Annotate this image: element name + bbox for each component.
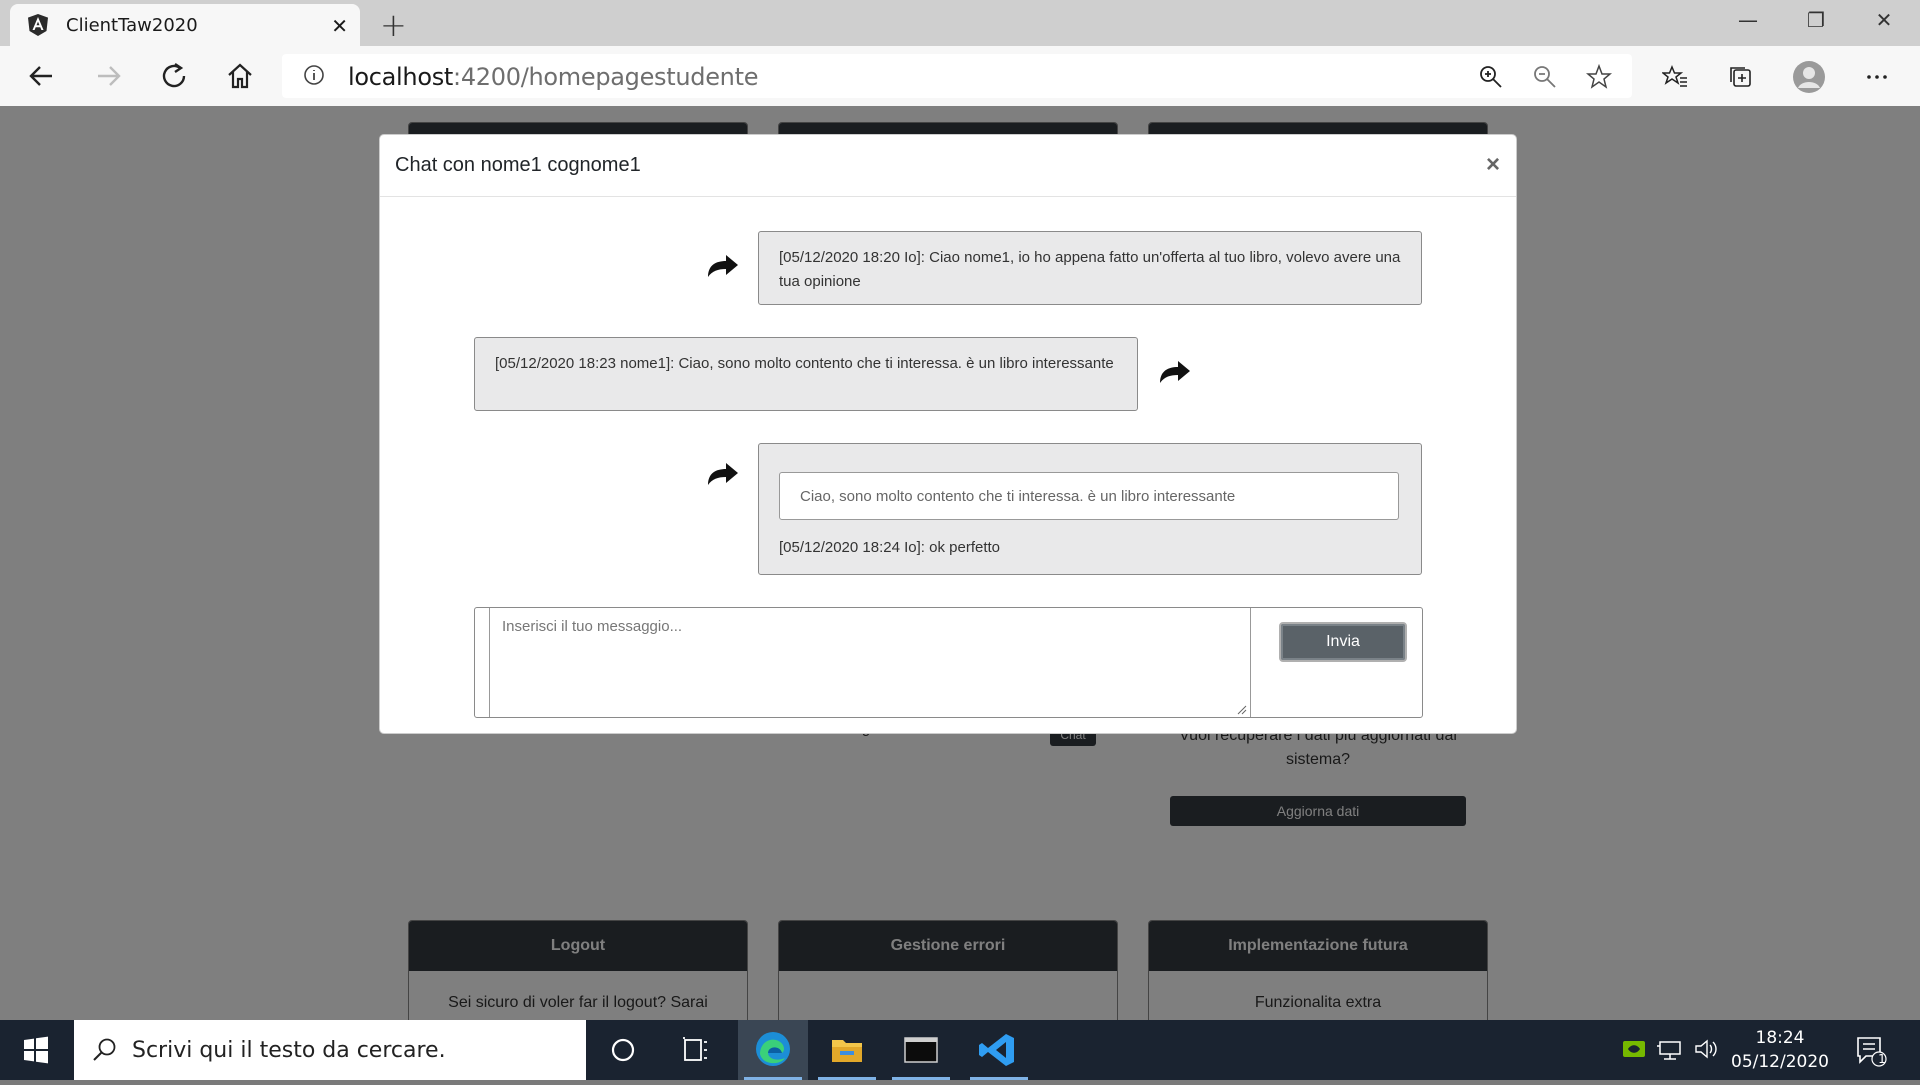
- zoom-out-icon[interactable]: [1532, 64, 1558, 90]
- new-tab-button[interactable]: +: [380, 6, 407, 44]
- notification-count: 1: [1878, 1052, 1886, 1066]
- task-view-icon[interactable]: [660, 1020, 730, 1080]
- nvidia-icon[interactable]: [1620, 1034, 1648, 1064]
- cortana-icon[interactable]: [588, 1020, 658, 1080]
- collections-icon[interactable]: [1728, 64, 1754, 90]
- vscode-taskbar-app[interactable]: [964, 1020, 1034, 1080]
- taskbar-search-box[interactable]: Scrivi qui il testo da cercare.: [74, 1020, 586, 1080]
- message-input[interactable]: Inserisci il tuo messaggio...: [489, 608, 1251, 717]
- favorites-icon[interactable]: [1662, 64, 1688, 90]
- back-icon[interactable]: [22, 58, 62, 94]
- tab-title: ClientTaw2020: [66, 15, 198, 36]
- home-icon[interactable]: [220, 58, 260, 94]
- clock-time: 18:24: [1755, 1028, 1805, 1048]
- reply-arrow-icon: [1160, 361, 1190, 383]
- clock-date: 05/12/2020: [1731, 1052, 1829, 1072]
- file-explorer-taskbar-app[interactable]: [812, 1020, 882, 1080]
- edge-icon: [756, 1032, 790, 1066]
- folder-icon: [832, 1040, 862, 1062]
- browser-tab[interactable]: ClientTaw2020 ✕: [10, 4, 360, 46]
- vscode-icon: [979, 1034, 1014, 1066]
- profile-avatar-icon[interactable]: [1792, 60, 1826, 94]
- refresh-icon[interactable]: [154, 58, 194, 94]
- search-icon: [93, 1038, 116, 1061]
- quoted-message: Ciao, sono molto contento che ti interes…: [779, 472, 1399, 520]
- edge-taskbar-app[interactable]: [738, 1020, 808, 1080]
- more-menu-icon[interactable]: [1864, 64, 1890, 90]
- send-button[interactable]: Invia: [1279, 622, 1407, 662]
- message-composer: Inserisci il tuo messaggio... Invia: [474, 607, 1423, 718]
- forward-icon[interactable]: [88, 58, 128, 94]
- volume-icon[interactable]: [1692, 1034, 1720, 1064]
- browser-tab-bar: ClientTaw2020 ✕ + — ❐ ✕: [0, 0, 1920, 46]
- address-bar[interactable]: localhost:4200/homepagestudente: [282, 54, 1632, 98]
- windows-start-icon[interactable]: [0, 1020, 72, 1080]
- reply-arrow-icon: [708, 255, 738, 277]
- terminal-taskbar-app[interactable]: [886, 1020, 956, 1080]
- chat-modal: Chat con nome1 cognome1 × [05/12/2020 18…: [379, 134, 1517, 734]
- chat-message: [05/12/2020 18:20 Io]: Ciao nome1, io ho…: [758, 231, 1422, 305]
- resize-grip-icon[interactable]: [1235, 703, 1247, 715]
- taskbar-clock[interactable]: 18:24 05/12/2020: [1720, 1026, 1840, 1074]
- window-close-button[interactable]: ✕: [1864, 8, 1904, 38]
- modal-title: Chat con nome1 cognome1: [395, 154, 641, 176]
- reply-message-text: [05/12/2020 18:24 Io]: ok perfetto: [779, 539, 1001, 556]
- terminal-icon: [904, 1037, 938, 1063]
- chat-message: [05/12/2020 18:23 nome1]: Ciao, sono mol…: [474, 337, 1138, 411]
- search-placeholder: Scrivi qui il testo da cercare.: [132, 1038, 446, 1063]
- restore-button[interactable]: ❐: [1796, 8, 1836, 38]
- modal-close-button[interactable]: ×: [1486, 151, 1500, 179]
- network-icon[interactable]: [1656, 1034, 1684, 1064]
- angular-icon: [28, 14, 48, 36]
- zoom-in-icon[interactable]: [1478, 64, 1504, 90]
- browser-toolbar: localhost:4200/homepagestudente: [0, 46, 1920, 106]
- favorite-star-icon[interactable]: [1586, 64, 1612, 90]
- modal-header: Chat con nome1 cognome1 ×: [380, 135, 1516, 197]
- url-text[interactable]: localhost:4200/homepagestudente: [348, 63, 758, 91]
- windows-taskbar: Scrivi qui il testo da cercare. 18:24 05…: [0, 1020, 1920, 1080]
- info-icon[interactable]: [302, 63, 326, 87]
- reply-arrow-icon: [708, 463, 738, 485]
- tab-close-icon[interactable]: ✕: [331, 14, 348, 38]
- minimize-button[interactable]: —: [1728, 8, 1768, 38]
- chat-message-with-quote: Ciao, sono molto contento che ti interes…: [758, 443, 1422, 575]
